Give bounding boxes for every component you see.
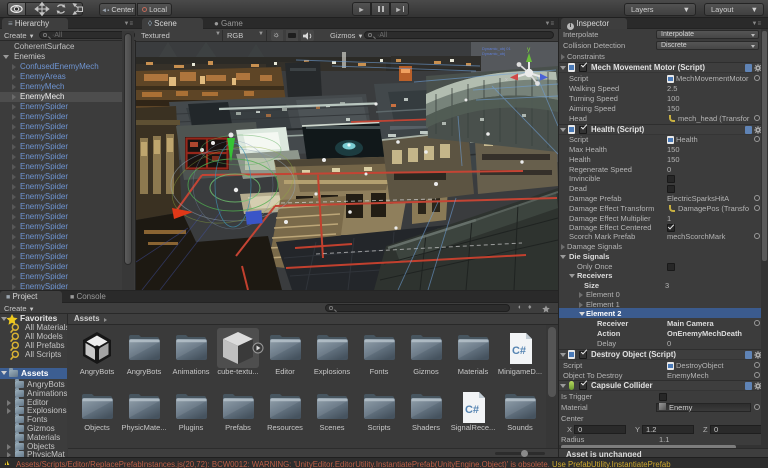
svg-text:Dynamic_obj: Dynamic_obj: [482, 51, 505, 56]
svg-text:x: x: [505, 77, 508, 83]
